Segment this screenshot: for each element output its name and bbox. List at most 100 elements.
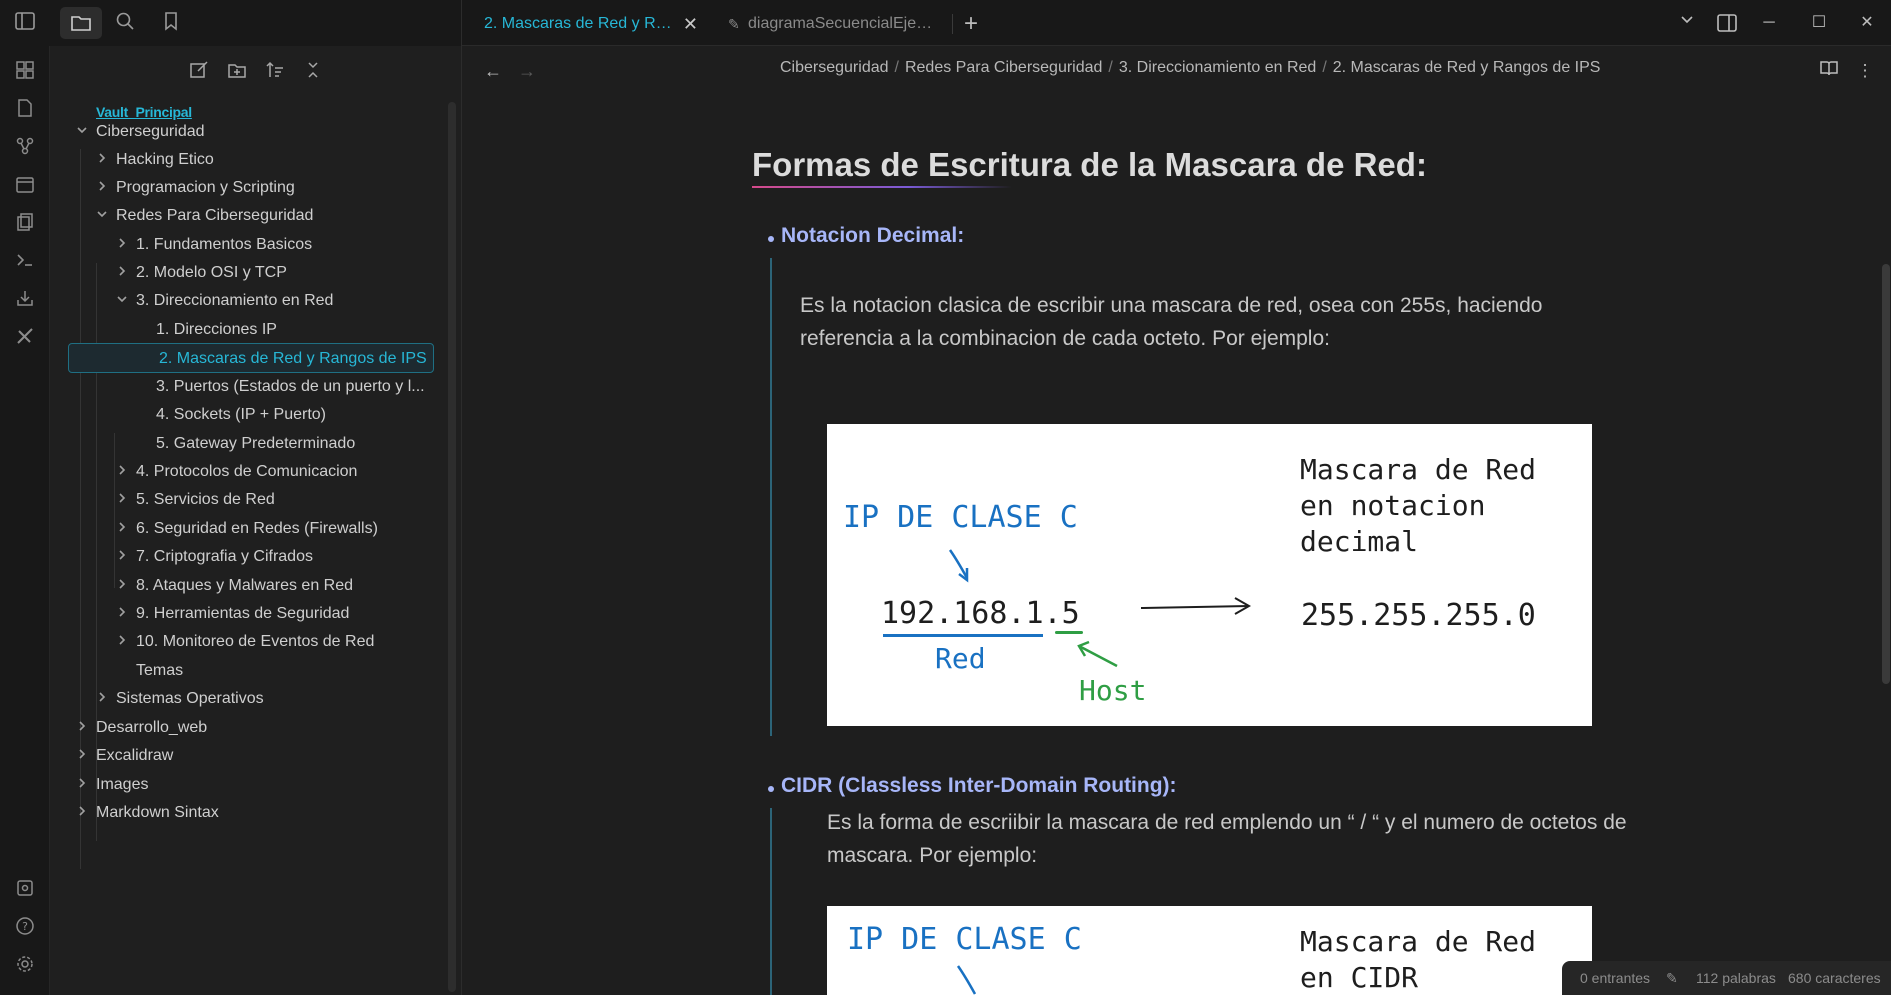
chevron-right-icon[interactable]	[116, 457, 136, 487]
tree-item[interactable]: 7. Criptografia y Cifrados	[116, 542, 313, 572]
sidebar-scrollbar[interactable]	[448, 102, 456, 992]
figure-cidr-mask: IP DE CLASE C Mascara de Red en CIDR	[827, 906, 1592, 995]
import-icon[interactable]	[12, 288, 38, 314]
tree-item[interactable]: 10. Monitoreo de Eventos de Red	[116, 627, 374, 657]
reading-view-book-icon[interactable]	[1816, 58, 1842, 84]
tab-diagrama-secuencial[interactable]: ✎ diagramaSecuencialEjem...	[720, 8, 948, 40]
chevron-down-icon[interactable]	[96, 201, 116, 231]
tree-item[interactable]: 4. Sockets (IP + Puerto)	[156, 400, 326, 430]
vault-switcher-icon[interactable]	[12, 878, 38, 904]
tree-item-label: Markdown Sintax	[96, 804, 219, 821]
tree-item-label: 10. Monitoreo de Eventos de Red	[136, 633, 375, 650]
title-bar: 2. Mascaras de Red y Ra... ✕ ✎ diagramaS…	[0, 0, 1891, 46]
tree-item[interactable]: 2. Mascaras de Red y Rangos de IPS	[68, 343, 434, 373]
breadcrumb-item[interactable]: Ciberseguridad	[780, 59, 889, 76]
collapse-all-icon[interactable]	[300, 60, 326, 86]
chevron-right-icon[interactable]	[116, 258, 136, 288]
forward-arrow-icon[interactable]: →	[514, 58, 540, 84]
tree-item[interactable]: 9. Herramientas de Seguridad	[116, 599, 349, 629]
new-folder-icon[interactable]	[224, 60, 250, 86]
tree-item[interactable]: 8. Ataques y Malwares en Red	[116, 571, 353, 601]
chevron-down-icon[interactable]	[116, 286, 136, 316]
tree-item[interactable]: Redes Para Ciberseguridad	[96, 201, 313, 231]
chevron-right-icon[interactable]	[116, 571, 136, 601]
toggle-sidebar-icon[interactable]	[12, 10, 38, 36]
help-icon[interactable]: ?	[12, 916, 38, 942]
random-note-icon[interactable]	[12, 98, 38, 124]
toggle-right-sidebar-icon[interactable]	[1712, 8, 1742, 38]
chevron-right-icon[interactable]	[116, 485, 136, 515]
new-tab-plus-icon[interactable]: +	[964, 8, 978, 40]
search-icon[interactable]	[112, 10, 138, 36]
tree-item[interactable]: 1. Fundamentos Basicos	[116, 230, 312, 260]
tree-item[interactable]: Temas	[136, 656, 183, 686]
breadcrumb-item[interactable]: Redes Para Ciberseguridad	[905, 59, 1102, 76]
tab-mascaras-de-red[interactable]: 2. Mascaras de Red y Ra... ✕	[470, 8, 708, 40]
figure-mask-title: Mascara de Red en CIDR	[1300, 924, 1536, 995]
tree-item[interactable]: Excalidraw	[76, 741, 173, 771]
minimize-icon[interactable]: ─	[1754, 8, 1784, 38]
backlinks-count[interactable]: 0 entrantes	[1580, 961, 1650, 995]
tree-item[interactable]: Desarrollo_web	[76, 713, 207, 743]
tree-item[interactable]: 2. Modelo OSI y TCP	[116, 258, 287, 288]
chevron-right-icon[interactable]	[96, 173, 116, 203]
graph-view-icon[interactable]	[12, 136, 38, 162]
tree-item-label: 5. Servicios de Red	[136, 491, 275, 508]
excalidraw-icon[interactable]	[12, 326, 38, 352]
tree-item[interactable]: Images	[76, 770, 148, 800]
tree-item-label: 2. Mascaras de Red y Rangos de IPS	[159, 350, 427, 367]
chevron-right-icon[interactable]	[96, 684, 116, 714]
indent-line	[770, 258, 772, 736]
close-icon[interactable]: ✕	[683, 8, 698, 40]
tree-item[interactable]: 1. Direcciones IP	[156, 315, 277, 345]
tree-item[interactable]: 5. Gateway Predeterminado	[156, 429, 355, 459]
tree-item[interactable]: 3. Puertos (Estados de un puerto y l...	[156, 372, 425, 402]
chevron-right-icon[interactable]	[76, 713, 96, 743]
chevron-down-icon[interactable]	[76, 117, 96, 147]
new-note-icon[interactable]	[186, 60, 212, 86]
maximize-icon[interactable]: ☐	[1804, 8, 1834, 38]
status-bar: 0 entrantes ✎ 112 palabras 680 caractere…	[1562, 961, 1891, 995]
tree-item[interactable]: Sistemas Operativos	[96, 684, 264, 714]
tab-divider	[952, 14, 953, 34]
templates-copy-icon[interactable]	[12, 212, 38, 238]
breadcrumb-separator: /	[1322, 59, 1327, 76]
canvas-grid-icon[interactable]	[12, 60, 38, 86]
sort-order-icon[interactable]	[262, 60, 288, 86]
back-arrow-icon[interactable]: ←	[480, 58, 506, 84]
chevron-right-icon[interactable]	[116, 230, 136, 260]
breadcrumb-item[interactable]: 2. Mascaras de Red y Rangos de IPS	[1333, 59, 1601, 76]
terminal-icon[interactable]	[12, 250, 38, 276]
edit-pencil-icon: ✎	[1666, 970, 1678, 986]
tree-item[interactable]: Programacion y Scripting	[96, 173, 295, 203]
tree-item[interactable]: Markdown Sintax	[76, 798, 219, 828]
chevron-right-icon[interactable]	[96, 145, 116, 175]
chevron-right-icon[interactable]	[116, 627, 136, 657]
window-close-icon[interactable]: ✕	[1852, 8, 1882, 38]
files-tab-folder-icon[interactable]	[60, 7, 102, 39]
chevron-right-icon[interactable]	[116, 599, 136, 629]
chevron-right-icon[interactable]	[116, 514, 136, 544]
chevron-right-icon[interactable]	[76, 770, 96, 800]
tree-item[interactable]: 4. Protocolos de Comunicacion	[116, 457, 357, 487]
tree-item-label: 5. Gateway Predeterminado	[156, 435, 356, 452]
tree-item[interactable]: 6. Seguridad en Redes (Firewalls)	[116, 514, 378, 544]
excalidraw-icon: ✎	[728, 16, 740, 32]
tree-item[interactable]: Ciberseguridad	[76, 117, 205, 147]
editor-scrollbar[interactable]	[1882, 264, 1890, 684]
chevron-right-icon[interactable]	[76, 798, 96, 828]
calendar-icon[interactable]	[12, 174, 38, 200]
more-options-icon[interactable]: ⋮	[1852, 58, 1878, 84]
section-text-cidr: Es la forma de escriibir la mascara de r…	[827, 811, 1627, 867]
chevron-right-icon[interactable]	[116, 542, 136, 572]
tree-item[interactable]: Hacking Etico	[96, 145, 214, 175]
tab-list-chevron-down-icon[interactable]	[1672, 8, 1702, 38]
tree-item-label: 7. Criptografia y Cifrados	[136, 548, 313, 565]
settings-gear-icon[interactable]	[12, 954, 38, 980]
tree-item-label: 9. Herramientas de Seguridad	[136, 605, 350, 622]
tree-item[interactable]: 5. Servicios de Red	[116, 485, 275, 515]
breadcrumb-item[interactable]: 3. Direccionamiento en Red	[1119, 59, 1316, 76]
tree-item[interactable]: 3. Direccionamiento en Red	[116, 286, 333, 316]
chevron-right-icon[interactable]	[76, 741, 96, 771]
bookmark-icon[interactable]	[158, 10, 184, 36]
